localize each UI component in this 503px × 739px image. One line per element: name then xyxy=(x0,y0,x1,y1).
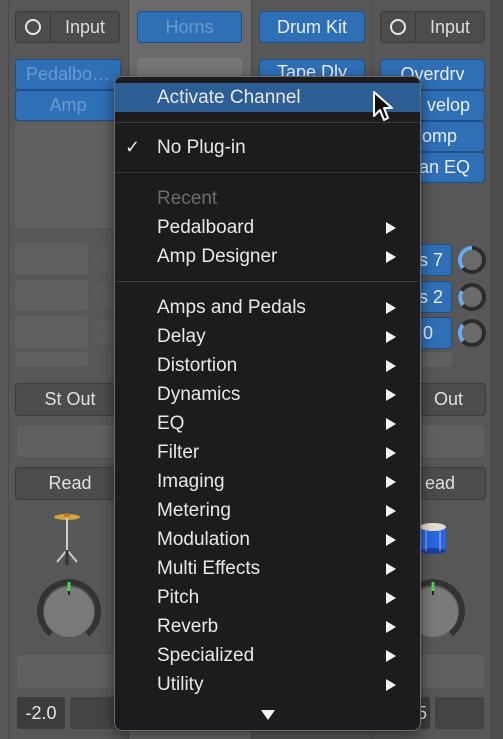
submenu-arrow-icon xyxy=(386,591,396,604)
empty-plugin-area[interactable] xyxy=(15,122,121,228)
menu-item-multi-effects[interactable]: Multi Effects xyxy=(115,554,420,583)
submenu-arrow-icon xyxy=(386,649,396,662)
submenu-arrow-icon xyxy=(386,250,396,263)
menu-item-label: Pedalboard xyxy=(157,216,255,238)
send-slot-3[interactable] xyxy=(15,316,88,348)
menu-item-filter[interactable]: Filter xyxy=(115,438,420,467)
send-slot-1[interactable] xyxy=(15,243,88,275)
send-level-knob-3[interactable] xyxy=(457,318,487,348)
menu-item-label: Specialized xyxy=(157,644,255,666)
menu-item-label: Multi Effects xyxy=(157,557,261,579)
submenu-arrow-icon xyxy=(386,301,396,314)
submenu-arrow-icon xyxy=(386,620,396,633)
cymbal-icon xyxy=(52,510,82,566)
menu-item-label: Imaging xyxy=(157,470,225,492)
menu-item-label: Amp Designer xyxy=(157,245,278,267)
group-slot-ch1[interactable] xyxy=(17,425,125,457)
checkmark-icon: ✓ xyxy=(125,137,141,157)
menu-item-label: Delay xyxy=(157,325,206,347)
submenu-arrow-icon xyxy=(386,330,396,343)
send-slot-empty[interactable] xyxy=(15,352,88,367)
scroll-down-arrow-icon[interactable] xyxy=(261,710,275,720)
plugin-slot-pedalboard[interactable]: Pedalbo… xyxy=(15,59,121,90)
menu-item-utility[interactable]: Utility xyxy=(115,670,420,699)
plugin-slot-empty-ch2[interactable] xyxy=(137,58,242,78)
submenu-arrow-icon xyxy=(386,359,396,372)
name-field-ch1 xyxy=(17,655,125,688)
menu-item-amp-designer[interactable]: Amp Designer xyxy=(115,242,420,271)
send-level-knob-1[interactable] xyxy=(457,245,487,275)
submenu-arrow-icon xyxy=(386,446,396,459)
submenu-arrow-icon xyxy=(386,504,396,517)
input-ring-icon xyxy=(381,12,416,42)
menu-item-imaging[interactable]: Imaging xyxy=(115,467,420,496)
plugin-context-menu: Activate Channel ✓ No Plug-in Recent Ped… xyxy=(114,76,421,731)
menu-item-label: Modulation xyxy=(157,528,250,550)
menu-separator xyxy=(115,281,420,282)
menu-item-no-plugin[interactable]: ✓ No Plug-in xyxy=(115,133,420,162)
menu-item-label: No Plug-in xyxy=(157,136,246,158)
menu-item-label: Dynamics xyxy=(157,383,241,405)
menu-item-label: Metering xyxy=(157,499,231,521)
input-button-ch4[interactable]: Input xyxy=(380,11,485,43)
menu-item-amps-and-pedals[interactable]: Amps and Pedals xyxy=(115,293,420,322)
menu-item-modulation[interactable]: Modulation xyxy=(115,525,420,554)
input-button-ch1[interactable]: Input xyxy=(15,11,120,43)
volume-readout-ch1[interactable]: -2.0 xyxy=(17,697,65,729)
menu-item-reverb[interactable]: Reverb xyxy=(115,612,420,641)
menu-item-pitch[interactable]: Pitch xyxy=(115,583,420,612)
send-slot-2[interactable] xyxy=(15,280,88,311)
submenu-arrow-icon xyxy=(386,221,396,234)
menu-item-distortion[interactable]: Distortion xyxy=(115,351,420,380)
strip-edge xyxy=(8,0,9,739)
menu-item-delay[interactable]: Delay xyxy=(115,322,420,351)
menu-item-label: Utility xyxy=(157,673,204,695)
menu-header-recent: Recent xyxy=(115,184,420,213)
pan-knob-ch1[interactable] xyxy=(36,579,102,645)
input-label: Input xyxy=(64,16,106,37)
submenu-arrow-icon xyxy=(386,417,396,430)
mouse-pointer-icon xyxy=(372,90,394,127)
channel-name-horns[interactable]: Horns xyxy=(137,11,242,43)
menu-item-specialized[interactable]: Specialized xyxy=(115,641,420,670)
submenu-arrow-icon xyxy=(386,562,396,575)
peak-readout-ch4 xyxy=(435,697,484,729)
menu-item-label: Filter xyxy=(157,441,200,463)
menu-item-pedalboard[interactable]: Pedalboard xyxy=(115,213,420,242)
plugin-slot-amp[interactable]: Amp xyxy=(15,90,121,121)
channel-name-drum-kit[interactable]: Drum Kit xyxy=(259,11,365,43)
menu-item-label: Distortion xyxy=(157,354,238,376)
menu-item-label: Reverb xyxy=(157,615,219,637)
menu-item-label: Amps and Pedals xyxy=(157,296,306,318)
send-level-knob-2[interactable] xyxy=(457,282,487,312)
menu-separator xyxy=(115,172,420,173)
automation-mode-ch1[interactable]: Read xyxy=(15,467,125,500)
submenu-arrow-icon xyxy=(386,678,396,691)
menu-item-label: Pitch xyxy=(157,586,200,608)
menu-header-label: Recent xyxy=(157,187,218,209)
menu-item-dynamics[interactable]: Dynamics xyxy=(115,380,420,409)
menu-item-label: EQ xyxy=(157,412,185,434)
drum-icon xyxy=(418,521,448,555)
input-ring-icon xyxy=(16,12,51,42)
input-label: Input xyxy=(429,16,471,37)
menu-item-label: Activate Channel xyxy=(157,86,301,108)
menu-item-eq[interactable]: EQ xyxy=(115,409,420,438)
output-button-ch1[interactable]: St Out xyxy=(15,383,125,416)
submenu-arrow-icon xyxy=(386,533,396,546)
submenu-arrow-icon xyxy=(386,475,396,488)
channel-strip-5 xyxy=(491,0,503,739)
submenu-arrow-icon xyxy=(386,388,396,401)
menu-item-metering[interactable]: Metering xyxy=(115,496,420,525)
